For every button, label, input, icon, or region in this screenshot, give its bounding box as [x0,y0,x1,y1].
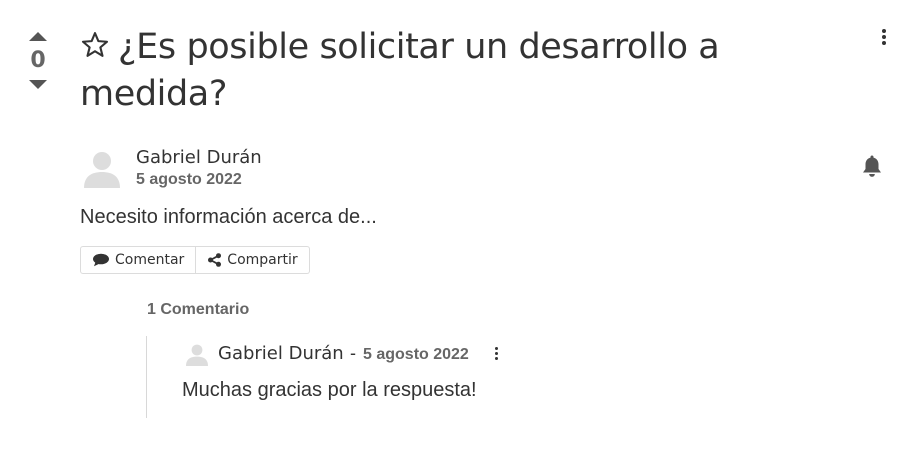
kebab-dot [882,35,886,39]
speech-bubble-icon [93,253,109,267]
question-actions: Comentar Compartir [80,246,310,274]
comment-separator: - [350,343,356,363]
kebab-dot [494,347,498,350]
question-menu-icon[interactable] [878,29,890,47]
question-title-heading: ¿Es posible solicitar un desarrollo a me… [80,24,780,118]
vote-count: 0 [30,48,46,73]
comment-button[interactable]: Comentar [80,246,197,274]
share-button[interactable]: Compartir [196,246,310,274]
kebab-dot [494,357,498,360]
page-title: ¿Es posible solicitar un desarrollo a me… [80,27,720,114]
vote-up-icon[interactable] [29,32,47,41]
comment-menu-icon[interactable] [492,347,500,361]
question-author: Gabriel Durán 5 agosto 2022 [80,146,480,190]
kebab-dot [882,41,886,45]
vote-control: 0 [22,28,54,89]
kebab-dot [882,29,886,33]
vote-down-icon[interactable] [29,80,47,89]
kebab-dot [494,352,498,355]
star-outline-icon[interactable] [80,30,110,60]
comment-item: Gabriel Durán - 5 agosto 2022 Muchas gra… [146,336,747,418]
avatar[interactable] [80,146,124,190]
share-nodes-icon [208,253,222,267]
comment-count: 1 Comentario [147,301,250,318]
question-header: ¿Es posible solicitar un desarrollo a me… [80,24,780,118]
post-date: 5 agosto 2022 [136,171,242,188]
comment-date: 5 agosto 2022 [363,346,469,363]
comment-button-label: Comentar [115,252,185,268]
author-name[interactable]: Gabriel Durán [136,147,262,168]
avatar[interactable] [184,341,210,367]
comment-text: Muchas gracias por la respuesta! [182,379,477,401]
question-body: Necesito información acerca de... [80,206,377,228]
bell-icon[interactable] [861,154,883,178]
share-button-label: Compartir [227,252,298,268]
comment-author[interactable]: Gabriel Durán [218,343,344,364]
